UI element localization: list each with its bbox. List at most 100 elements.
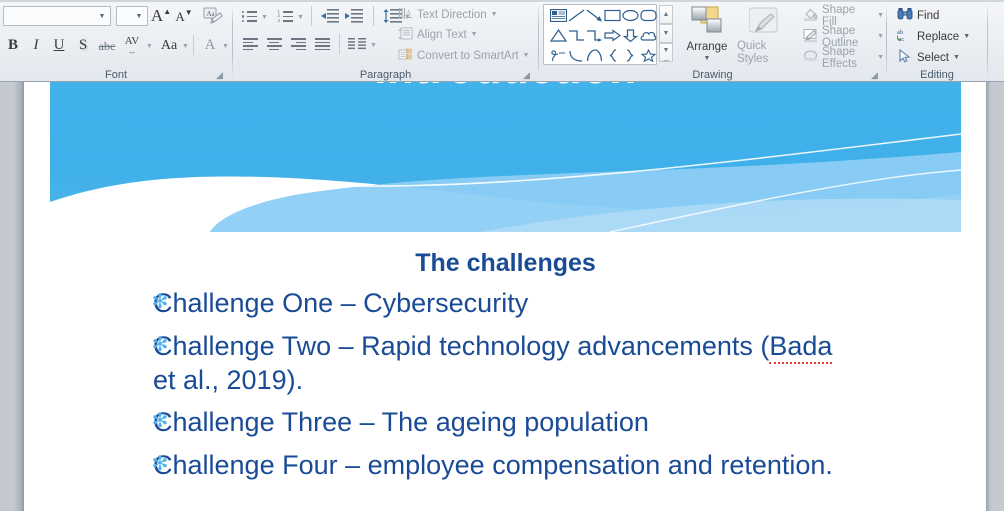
chevron-down-icon[interactable]: ▼ xyxy=(370,42,377,49)
bullet-asterisk-icon: ✻ xyxy=(151,291,169,313)
text-shadow-button[interactable]: S xyxy=(72,34,94,56)
shape-fill-button[interactable]: Shape Fill ▼ xyxy=(801,4,886,28)
divider xyxy=(311,6,312,26)
misspelled-word: Bada xyxy=(769,330,833,364)
bullet-asterisk-icon: ✻ xyxy=(151,453,169,475)
quick-styles-button[interactable]: Quick Styles xyxy=(737,4,793,65)
up-arrow-icon: ▲ xyxy=(163,7,172,16)
numbering-icon[interactable]: 1 2 3 xyxy=(275,6,295,26)
chevron-down-icon[interactable]: ▼ xyxy=(146,43,153,50)
bullet-text-pre: Challenge Two – Rapid technology advance… xyxy=(153,330,770,361)
chevron-down-icon[interactable]: ▼ xyxy=(222,43,229,50)
chevron-down-icon[interactable]: ▼ xyxy=(491,11,498,18)
strikethrough-button[interactable]: abc xyxy=(96,36,118,56)
drawing-dialog-launcher[interactable] xyxy=(869,70,880,81)
bullet-asterisk-icon: ✻ xyxy=(151,333,169,356)
character-spacing-button[interactable]: AV ↔ xyxy=(119,35,145,56)
list-item[interactable]: ✻ Challenge Two – Rapid technology advan… xyxy=(25,330,986,398)
select-label: Select xyxy=(917,51,949,64)
bullet-text: Challenge One – Cybersecurity xyxy=(153,288,529,318)
chevron-down-icon[interactable]: ▼ xyxy=(182,43,189,50)
ribbon-group-editing: Find ab ac Replace ▼ Select ▼ Editing xyxy=(887,2,987,81)
align-right-icon[interactable] xyxy=(287,34,309,54)
shape-cloud[interactable] xyxy=(635,26,661,45)
paragraph-dialog-launcher[interactable] xyxy=(521,70,532,81)
shapes-gallery[interactable] xyxy=(543,4,657,65)
chevron-down-icon[interactable]: ▼ xyxy=(877,12,884,19)
font-color-button[interactable]: A xyxy=(199,34,221,56)
decrease-indent-icon[interactable] xyxy=(319,6,341,26)
slide-body-placeholder[interactable]: The challenges ✻ Challenge One – Cyberse… xyxy=(25,232,986,483)
chevron-down-icon[interactable]: ▼ xyxy=(953,54,960,61)
align-text-button[interactable]: Align Text ▼ xyxy=(396,25,480,44)
select-button[interactable]: Select ▼ xyxy=(895,48,962,67)
convert-to-smartart-button[interactable]: Convert to SmartArt ▼ xyxy=(396,46,532,65)
clear-formatting-icon[interactable]: Aa xyxy=(202,6,224,26)
italic-button[interactable]: I xyxy=(25,34,47,56)
ribbon-group-paragraph: ▼ 1 2 3 ▼ ▼ A Text Direction ▼ Align Tex… xyxy=(233,2,538,81)
shape-effects-button[interactable]: Shape Effects ▼ xyxy=(801,46,886,70)
align-left-icon[interactable] xyxy=(239,34,261,54)
grow-font-icon[interactable]: A ▲ xyxy=(150,5,172,27)
shapes-more-button[interactable]: ▼ _ xyxy=(659,43,673,62)
replace-button[interactable]: ab ac Replace ▼ xyxy=(895,27,972,46)
svg-text:ab: ab xyxy=(897,29,903,36)
find-button[interactable]: Find xyxy=(895,6,941,25)
left-right-arrow-icon: ↔ xyxy=(127,46,137,56)
arrange-button[interactable]: Arrange ▼ xyxy=(681,4,733,64)
list-item[interactable]: ✻ Challenge Three – The ageing populatio… xyxy=(25,406,986,440)
chevron-down-icon[interactable]: ▼ xyxy=(963,33,970,40)
justify-icon[interactable] xyxy=(311,34,333,54)
chevron-down-icon[interactable]: ▼ xyxy=(261,14,268,21)
quick-styles-label-line: Quick Styles xyxy=(737,40,769,65)
list-item[interactable]: ✻ Challenge One – Cybersecurity xyxy=(25,287,986,321)
divider xyxy=(373,6,374,26)
bullets-icon[interactable] xyxy=(239,6,259,26)
slide-canvas[interactable]: Introduction The challenges ✻ Challenge … xyxy=(25,82,986,511)
underline-button[interactable]: U xyxy=(48,34,70,56)
bold-button[interactable]: B xyxy=(2,34,24,56)
shrink-font-label: A xyxy=(175,9,185,24)
numbered-list-glyph: 1 2 3 xyxy=(278,9,293,23)
list-item[interactable]: ✻ Challenge Four – employee compensation… xyxy=(25,449,986,483)
ribbon-toolbar: ▼ ▼ A ▲ A ▼ Aa B I U S abc AV ↔ ▼ Aa ▼ A… xyxy=(0,0,1004,82)
chevron-down-icon[interactable]: ▼ xyxy=(704,55,711,62)
font-dialog-launcher[interactable] xyxy=(214,70,225,81)
shape-star[interactable] xyxy=(635,46,661,65)
chevron-down-icon[interactable]: ▼ xyxy=(877,54,884,61)
find-label: Find xyxy=(917,9,940,22)
shrink-font-icon[interactable]: A ▼ xyxy=(173,7,195,27)
strikethrough-label: abc xyxy=(98,38,116,53)
slide-title[interactable]: Introduction xyxy=(50,82,961,94)
banner-waves-svg xyxy=(50,82,961,232)
change-case-button[interactable]: Aa xyxy=(157,35,181,56)
align-center-icon[interactable] xyxy=(263,34,285,54)
shape-rounded-rectangle[interactable] xyxy=(635,6,661,25)
shape-outline-button[interactable]: Shape Outline ▼ xyxy=(801,25,886,49)
chevron-down-icon[interactable]: ▼ xyxy=(471,31,478,38)
ribbon-group-drawing: ▲ ▼ ▼ _ Arrange ▼ Quick Styles Shape Fil… xyxy=(539,2,886,81)
shape-effects-icon xyxy=(803,49,818,67)
bold-label: B xyxy=(7,36,18,53)
shape-fill-icon xyxy=(803,7,818,25)
font-name-combo[interactable]: ▼ xyxy=(3,6,111,26)
italic-label: I xyxy=(33,36,39,53)
columns-icon[interactable] xyxy=(346,34,368,54)
smartart-icon xyxy=(398,47,413,65)
shapes-scroll-up-button[interactable]: ▲ xyxy=(659,5,673,24)
justify-glyph xyxy=(314,38,330,51)
divider xyxy=(339,34,340,54)
text-direction-button[interactable]: A Text Direction ▼ xyxy=(396,5,500,24)
increase-indent-icon[interactable] xyxy=(343,6,365,26)
shapes-scroll-down-button[interactable]: ▼ xyxy=(659,24,673,43)
group-label-paragraph: Paragraph xyxy=(359,69,412,81)
chevron-down-icon[interactable]: ▼ xyxy=(96,13,108,20)
chevron-down-icon[interactable]: ▼ xyxy=(523,52,530,59)
right-gutter xyxy=(986,82,1004,511)
bullet-text: Challenge Two – Rapid technology advance… xyxy=(153,330,843,398)
chevron-down-icon[interactable]: ▼ xyxy=(133,13,145,20)
font-size-combo[interactable]: ▼ xyxy=(116,6,148,26)
chevron-down-icon[interactable]: ▼ xyxy=(297,14,304,21)
chevron-down-icon[interactable]: ▼ xyxy=(877,33,884,40)
svg-text:A: A xyxy=(406,9,411,17)
